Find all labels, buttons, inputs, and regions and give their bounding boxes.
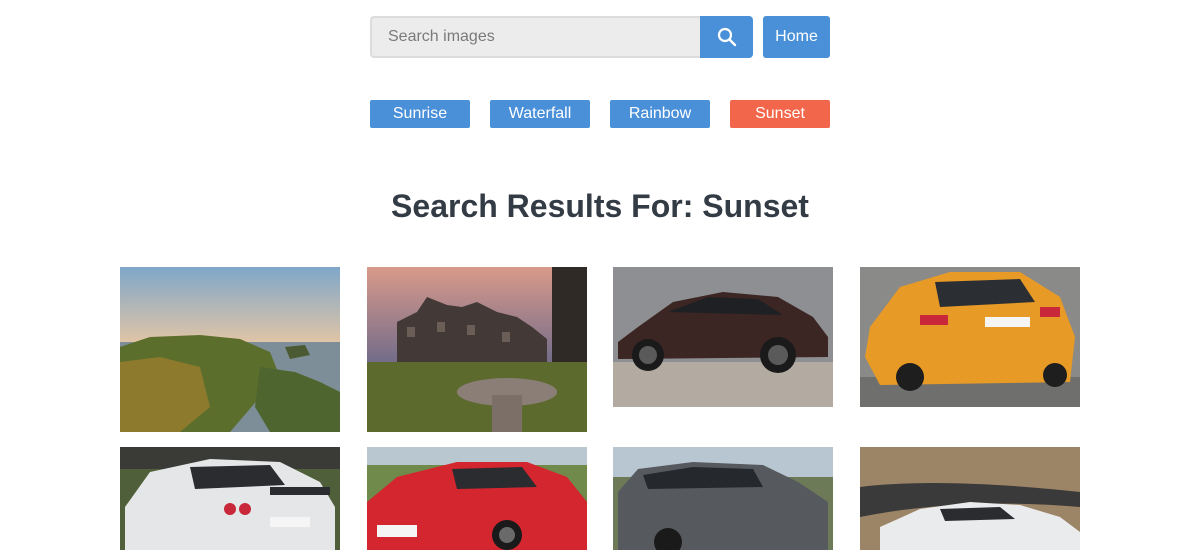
result-image-sedan[interactable] xyxy=(613,267,833,407)
page: Home Sunrise Waterfall Rainbow Sunset Se… xyxy=(0,0,1200,550)
result-image-suv[interactable] xyxy=(613,447,833,550)
white-sedan-image xyxy=(860,447,1080,550)
search-button[interactable] xyxy=(700,16,753,58)
result-image-hatchback[interactable] xyxy=(860,267,1080,407)
hatchback-image xyxy=(860,267,1080,407)
result-image-sports-car-red[interactable] xyxy=(367,447,587,550)
results-title: Search Results For: Sunset xyxy=(391,188,809,224)
tag-button-sunrise[interactable]: Sunrise xyxy=(370,100,470,128)
result-image-coast[interactable] xyxy=(120,267,340,432)
search-input[interactable] xyxy=(370,16,700,58)
tag-filter-row: Sunrise Waterfall Rainbow Sunset xyxy=(370,100,830,128)
result-image-white-sedan[interactable] xyxy=(860,447,1080,550)
suv-image xyxy=(613,447,833,550)
home-button[interactable]: Home xyxy=(763,16,830,58)
search-bar xyxy=(370,16,753,58)
castle-image xyxy=(367,267,587,432)
search-icon xyxy=(717,27,736,47)
result-image-castle[interactable] xyxy=(367,267,587,432)
tag-button-sunset[interactable]: Sunset xyxy=(730,100,830,128)
white-sports-car-image xyxy=(120,447,340,550)
red-sports-car-image xyxy=(367,447,587,550)
coast-image xyxy=(120,267,340,432)
tag-button-waterfall[interactable]: Waterfall xyxy=(490,100,590,128)
tag-button-rainbow[interactable]: Rainbow xyxy=(610,100,710,128)
result-image-sports-car-white[interactable] xyxy=(120,447,340,550)
sedan-image xyxy=(613,267,833,407)
